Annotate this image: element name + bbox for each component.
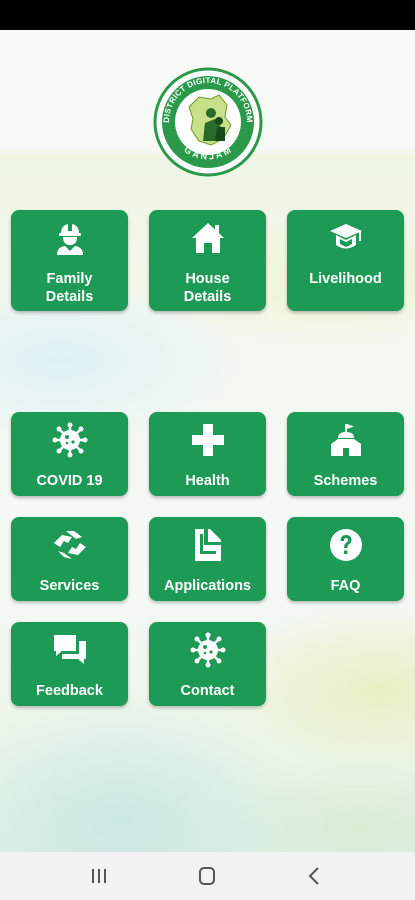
document-icon (194, 529, 221, 561)
home-icon (199, 867, 215, 885)
recent-apps-button[interactable] (84, 864, 114, 888)
question-circle-icon (329, 529, 362, 561)
house-details-tile[interactable]: House Details (149, 210, 266, 311)
home-button[interactable] (192, 864, 222, 888)
tile-label: COVID 19 (36, 473, 103, 489)
tile-label: Feedback (36, 683, 103, 699)
tile-label: Family Details (45, 271, 94, 305)
chat-bubbles-icon (53, 635, 86, 664)
worker-icon (56, 224, 83, 255)
plus-cross-icon (191, 424, 224, 456)
contact-tile[interactable]: Contact (149, 622, 266, 706)
graduation-cap-icon (329, 224, 362, 249)
virus-icon (190, 632, 225, 668)
feedback-tile[interactable]: Feedback (11, 622, 128, 706)
faq-tile[interactable]: FAQ (287, 517, 404, 601)
tile-label: Contact (180, 683, 235, 699)
tile-label: Services (39, 578, 100, 594)
livelihood-tile[interactable]: Livelihood (287, 210, 404, 311)
district-logo: DISTRICT DIGITAL PLATFORM GANJAM (153, 67, 263, 177)
house-icon (191, 223, 224, 253)
back-button[interactable] (300, 864, 330, 888)
handshake-icon (53, 531, 86, 559)
status-bar (0, 0, 415, 30)
back-icon (308, 867, 319, 885)
family-details-tile[interactable]: Family Details (11, 210, 128, 311)
tile-label: Schemes (313, 473, 378, 489)
covid-19-tile[interactable]: COVID 19 (11, 412, 128, 496)
tile-label: Health (185, 473, 230, 489)
tile-label: Applications (163, 578, 251, 594)
health-tile[interactable]: Health (149, 412, 266, 496)
recent-apps-icon (92, 869, 106, 883)
applications-tile[interactable]: Applications (149, 517, 266, 601)
tile-label: Livelihood (309, 271, 382, 287)
services-tile[interactable]: Services (11, 517, 128, 601)
tile-label: FAQ (330, 578, 361, 594)
system-navigation-bar (0, 852, 415, 900)
tile-label: House Details (183, 271, 232, 305)
schemes-tile[interactable]: Schemes (287, 412, 404, 496)
building-flag-icon (330, 424, 361, 456)
virus-icon (52, 422, 87, 458)
